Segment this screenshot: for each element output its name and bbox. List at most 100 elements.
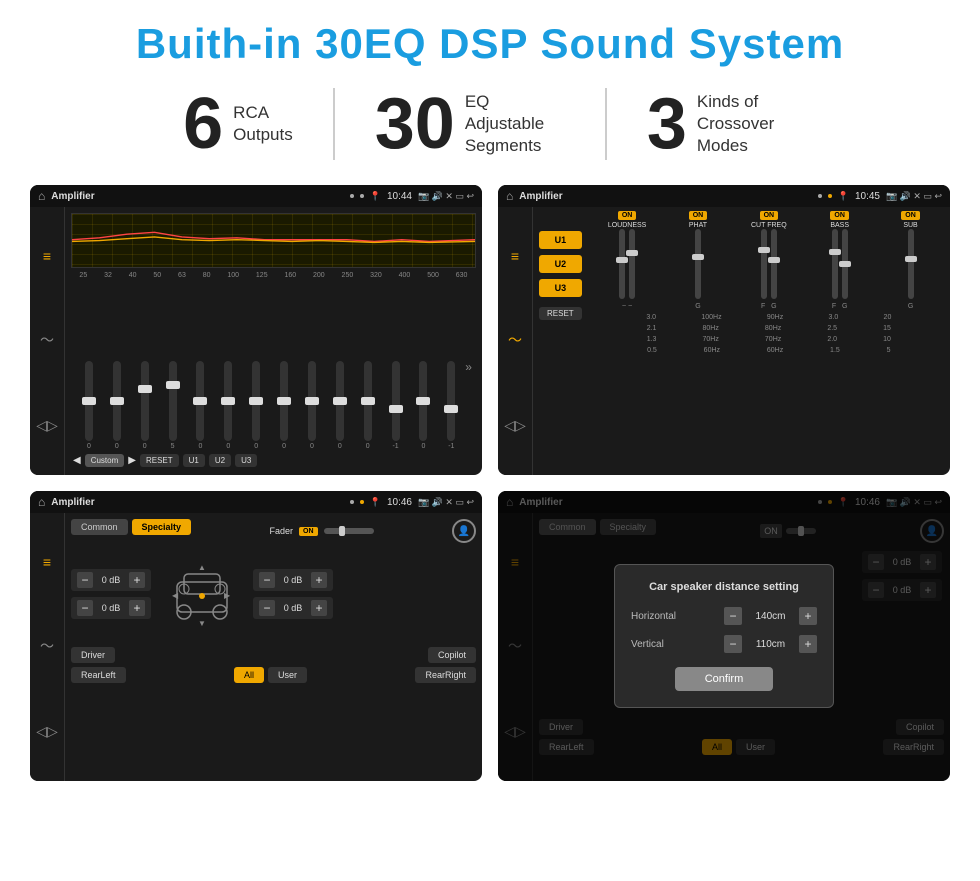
eq-track-2[interactable] bbox=[113, 361, 121, 441]
screen3-sidebar: ≡ 〜 ◁▷ bbox=[30, 513, 65, 781]
screen1: ⌂ Amplifier 📍 10:44 📷 🔊 ✕ ▭ ↩ ≡ 〜 ◁▷ bbox=[30, 185, 482, 475]
common-tab[interactable]: Common bbox=[71, 519, 128, 535]
eq-track-1[interactable] bbox=[85, 361, 93, 441]
eq-track-10[interactable] bbox=[336, 361, 344, 441]
eq-u3-btn[interactable]: U3 bbox=[235, 454, 257, 467]
freq-100: 100 bbox=[227, 272, 239, 279]
horizontal-plus[interactable]: + bbox=[799, 607, 817, 625]
rearright-btn[interactable]: RearRight bbox=[415, 667, 476, 683]
phat-val: G bbox=[695, 303, 700, 310]
distance-main: Common Specialty ON 👤 bbox=[533, 513, 950, 781]
eq-track-11[interactable] bbox=[364, 361, 372, 441]
sidebar-vol-icon2[interactable]: ◁▷ bbox=[504, 417, 526, 434]
screen2-title: Amplifier bbox=[519, 191, 812, 202]
fader-minus4[interactable]: − bbox=[259, 600, 275, 616]
eq-track-7[interactable] bbox=[252, 361, 260, 441]
eq-custom-btn[interactable]: Custom bbox=[85, 454, 125, 467]
eq-track-14[interactable] bbox=[447, 361, 455, 441]
eq-bottom-bar: ◀ Custom ▶ RESET U1 U2 U3 bbox=[71, 450, 476, 469]
screen3-content: ≡ 〜 ◁▷ Common Specialty Fader ON bbox=[30, 513, 482, 781]
bass-slider2[interactable] bbox=[842, 229, 848, 299]
fader-minus2[interactable]: − bbox=[77, 600, 93, 616]
driver-btn[interactable]: Driver bbox=[71, 647, 115, 663]
home-icon3[interactable]: ⌂ bbox=[38, 495, 45, 509]
eq-next[interactable]: ▶ bbox=[128, 455, 136, 466]
sidebar-wave-icon3[interactable]: 〜 bbox=[40, 636, 54, 656]
eq-u2-btn[interactable]: U2 bbox=[209, 454, 231, 467]
loudness-on: ON bbox=[618, 211, 637, 220]
fader-plus1[interactable]: + bbox=[129, 572, 145, 588]
cutfreq-slider2[interactable] bbox=[771, 229, 777, 299]
screen1-content: ≡ 〜 ◁▷ 25 32 40 bbox=[30, 207, 482, 475]
eq-u1-btn[interactable]: U1 bbox=[183, 454, 205, 467]
fader-plus4[interactable]: + bbox=[311, 600, 327, 616]
freq-indicator6: 2.1 bbox=[647, 325, 657, 332]
vertical-label: Vertical bbox=[631, 639, 691, 650]
cutfreq-slider1[interactable] bbox=[761, 229, 767, 299]
eq-more-icon[interactable]: » bbox=[465, 360, 472, 374]
status-icons1: 📍 bbox=[370, 191, 381, 202]
sidebar-eq-icon[interactable]: ≡ bbox=[43, 248, 51, 264]
fader-main: Common Specialty Fader ON 👤 bbox=[65, 513, 482, 781]
bass-slider1[interactable] bbox=[832, 229, 838, 299]
eq-reset-btn[interactable]: RESET bbox=[140, 454, 179, 467]
eq-track-8[interactable] bbox=[280, 361, 288, 441]
eq-track-3[interactable] bbox=[141, 361, 149, 441]
amp-u1-btn[interactable]: U1 bbox=[539, 231, 582, 249]
page-wrapper: Buith-in 30EQ DSP Sound System 6 RCAOutp… bbox=[0, 0, 980, 801]
eq-track-9[interactable] bbox=[308, 361, 316, 441]
amp-u2-btn[interactable]: U2 bbox=[539, 255, 582, 273]
fader-minus3[interactable]: − bbox=[259, 572, 275, 588]
stat-number-rca: 6 bbox=[183, 88, 223, 160]
home-icon2[interactable]: ⌂ bbox=[506, 189, 513, 203]
eq-track-6[interactable] bbox=[224, 361, 232, 441]
amp-reset-btn[interactable]: RESET bbox=[539, 307, 582, 320]
fader-plus2[interactable]: + bbox=[129, 600, 145, 616]
sidebar-wave-icon2[interactable]: 〜 bbox=[508, 330, 522, 350]
amp-sub: ON SUB G bbox=[877, 211, 944, 310]
phat-slider[interactable] bbox=[695, 229, 701, 299]
eq-prev[interactable]: ◀ bbox=[73, 455, 81, 466]
sidebar-wave-icon[interactable]: 〜 bbox=[40, 330, 54, 350]
eq-track-5[interactable] bbox=[196, 361, 204, 441]
specialty-tab[interactable]: Specialty bbox=[132, 519, 192, 535]
home-icon[interactable]: ⌂ bbox=[38, 189, 45, 203]
sidebar-vol-icon[interactable]: ◁▷ bbox=[36, 417, 58, 434]
horizontal-minus[interactable]: − bbox=[724, 607, 742, 625]
sub-on: ON bbox=[901, 211, 920, 220]
sub-slider[interactable] bbox=[908, 229, 914, 299]
amp-cutfreq: ON CUT FREQ F G bbox=[735, 211, 802, 310]
status-dot4 bbox=[828, 194, 832, 198]
sidebar-vol-icon3[interactable]: ◁▷ bbox=[36, 723, 58, 740]
phat-label: PHAT bbox=[689, 222, 707, 229]
car-diagram: ◀ ▶ ▲ ▼ bbox=[157, 549, 247, 639]
sidebar-eq-icon2[interactable]: ≡ bbox=[511, 248, 519, 264]
amp-u3-btn[interactable]: U3 bbox=[539, 279, 582, 297]
user-btn[interactable]: User bbox=[268, 667, 307, 683]
fader-label: Fader bbox=[270, 526, 294, 536]
eq-track-4[interactable] bbox=[169, 361, 177, 441]
freq-indicator16: 0.5 bbox=[647, 347, 657, 354]
eq-chart-grid bbox=[72, 214, 475, 267]
copilot-btn[interactable]: Copilot bbox=[428, 647, 476, 663]
vertical-minus[interactable]: − bbox=[724, 635, 742, 653]
confirm-button[interactable]: Confirm bbox=[675, 667, 774, 691]
freq-indicator7: 80Hz bbox=[703, 325, 719, 332]
eq-track-13[interactable] bbox=[419, 361, 427, 441]
all-btn[interactable]: All bbox=[234, 667, 264, 683]
loudness-slider1[interactable] bbox=[619, 229, 625, 299]
fader-minus1[interactable]: − bbox=[77, 572, 93, 588]
fader-profile-icon[interactable]: 👤 bbox=[452, 519, 476, 543]
sidebar-eq-icon3[interactable]: ≡ bbox=[43, 554, 51, 570]
freq-40: 40 bbox=[129, 272, 137, 279]
freq-125: 125 bbox=[256, 272, 268, 279]
loudness-slider2[interactable] bbox=[629, 229, 635, 299]
freq-630: 630 bbox=[456, 272, 468, 279]
fader-plus3[interactable]: + bbox=[311, 572, 327, 588]
vertical-plus[interactable]: + bbox=[799, 635, 817, 653]
rearleft-btn[interactable]: RearLeft bbox=[71, 667, 126, 683]
fader-on-slider[interactable] bbox=[324, 528, 374, 534]
freq-indicator4: 3.0 bbox=[829, 314, 839, 321]
eq-track-12[interactable] bbox=[392, 361, 400, 441]
bass-vals: F G bbox=[832, 303, 848, 310]
